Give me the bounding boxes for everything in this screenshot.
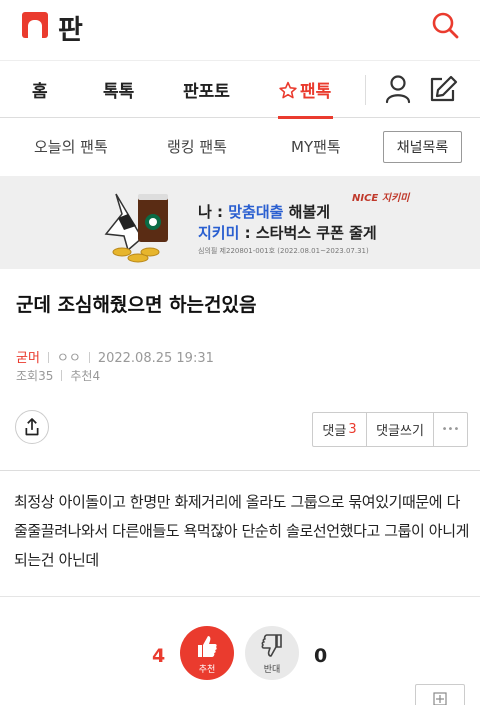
main-nav: 홈 톡톡 판포토 팬톡 [0,60,480,119]
oppose-label: 반대 [263,665,281,675]
subnav-today-fan-talk[interactable]: 오늘의 팬톡 [34,136,108,157]
banner-fine-print: 심의필 제220801-001호 (2022.08.01~2023.07.31) [198,247,369,255]
oppose-button[interactable]: 반대 [245,626,299,680]
tab-fan-talk-label: 팬톡 [300,82,332,102]
more-button[interactable]: ••• [434,413,467,446]
recommend-count: 4 [152,645,166,667]
post-meta: 굳머 ㅇㅇ 2022.08.25 19:31 [16,347,214,366]
site-title[interactable]: 판 [58,8,83,47]
post-title: 군데 조심해줬으면 하는건있음 [16,294,257,316]
comments-button[interactable]: 댓글 3 [313,413,367,446]
ad-banner[interactable]: NICE 지키미 나 : 맞춤대출 해볼게 지키미 : 스타벅스 쿠폰 줄게 심… [0,176,480,269]
plus-icon [433,692,447,705]
tab-toktok[interactable]: 톡톡 [103,77,134,102]
recommend-stat: 추천4 [70,369,101,383]
sub-nav: 오늘의 팬톡 랭킹 팬톡 MY팬톡 채널목록 [0,118,480,176]
nate-logo-icon[interactable] [22,12,48,38]
thumbs-up-icon [198,636,217,657]
comment-action-group: 댓글 3 댓글쓰기 ••• [312,412,468,447]
share-icon[interactable] [15,410,49,444]
write-comment-button[interactable]: 댓글쓰기 [367,413,434,446]
top-bar: 판 [0,0,480,60]
subnav-ranking-fan-talk[interactable]: 랭킹 팬톡 [167,136,227,157]
recommend-button[interactable]: 추천 [180,626,234,680]
edit-icon[interactable] [428,74,458,104]
tab-home[interactable]: 홈 [32,77,48,102]
banner-line1: 나 : 맞춤대출 해볼게 [198,203,331,221]
nav-divider [365,75,366,105]
recommend-label: 추천 [198,665,216,675]
coffee-cat-illustration [104,193,168,263]
thumbs-down-icon [261,634,282,657]
content-divider [0,470,480,471]
tab-fan-talk[interactable]: 팬톡 [278,77,331,102]
star-icon [279,81,297,99]
post-body: 최정상 아이돌이고 한명만 화제거리에 올라도 그룹으로 묶여있기때문에 다 줄… [14,493,470,569]
view-count: 조회35 [16,369,54,383]
banner-line2: 지키미 : 스타벅스 쿠폰 줄게 [198,224,377,242]
channel-list-button[interactable]: 채널목록 [383,131,462,163]
user-icon[interactable] [384,74,412,104]
post-author[interactable]: 굳머 [16,351,40,366]
floating-plus-button[interactable] [415,684,465,705]
tab-pan-photo[interactable]: 판포토 [183,77,230,102]
oppose-count: 0 [314,645,328,667]
subnav-my-fan-talk[interactable]: MY팬톡 [291,136,341,157]
post-datetime: 2022.08.25 19:31 [97,351,214,366]
search-icon[interactable] [430,10,460,40]
banner-brand: NICE 지키미 [352,193,410,204]
post-stats: 조회35 추천4 [16,367,100,384]
body-divider [0,596,480,597]
author-tag: ㅇㅇ [56,351,81,366]
